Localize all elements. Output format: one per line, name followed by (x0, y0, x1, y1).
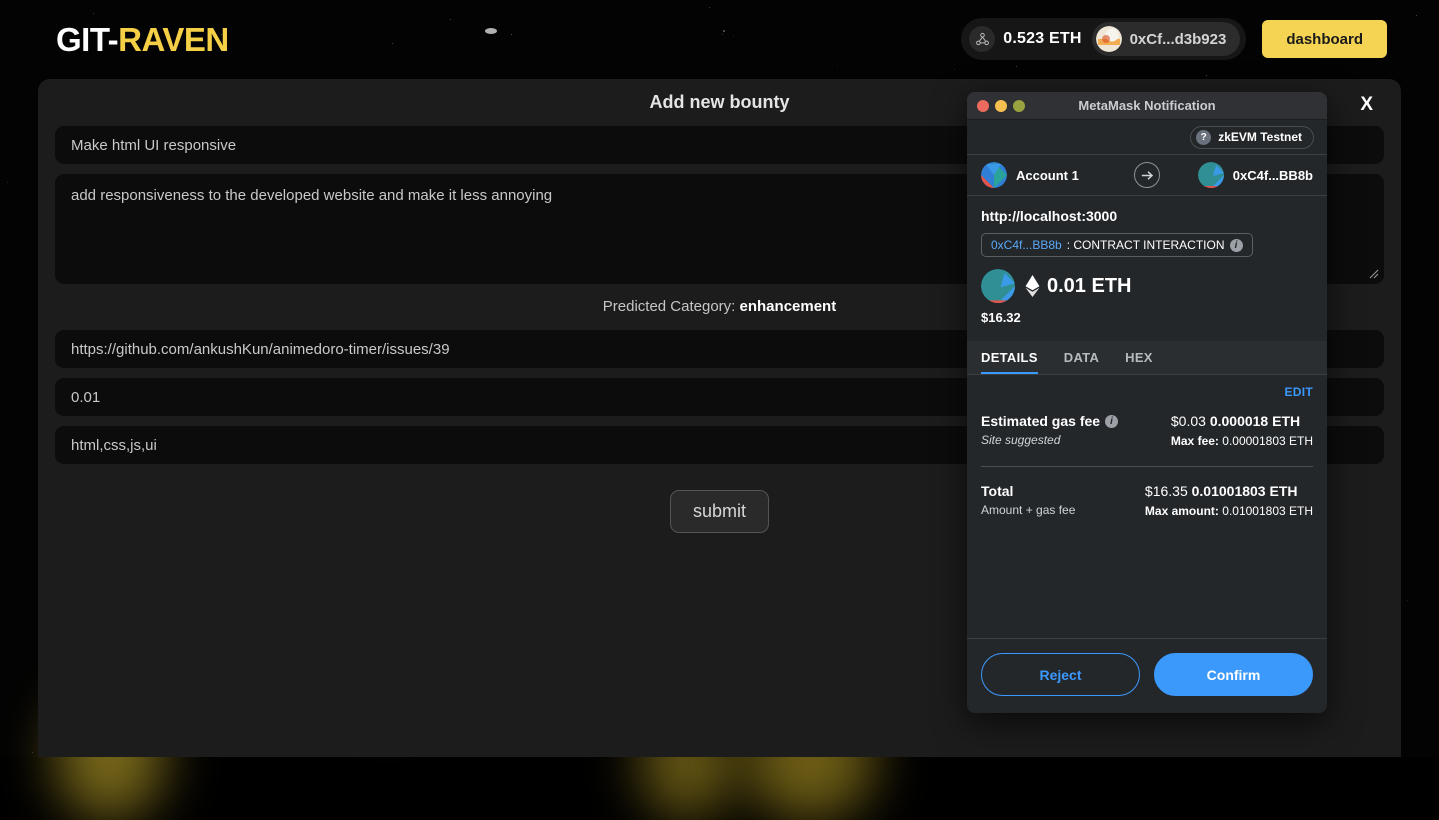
metamask-footer: Reject Confirm (967, 638, 1327, 713)
account-address: 0xCf...d3b923 (1129, 30, 1227, 48)
star (1407, 599, 1409, 601)
total-row: Total Amount + gas fee $16.35 0.01001803… (981, 483, 1313, 518)
total-labels: Total Amount + gas fee (981, 483, 1075, 517)
to-account-name: 0xC4f...BB8b (1232, 167, 1313, 183)
avatar (1197, 162, 1224, 188)
tab-hex[interactable]: HEX (1125, 341, 1153, 374)
total-max-label: Max amount: (1144, 504, 1219, 518)
close-icon[interactable]: X (1352, 92, 1381, 118)
gas-fee-eth: 0.000018 ETH (1209, 413, 1301, 429)
window-zoom-icon[interactable] (1013, 99, 1025, 112)
arrow-right-icon (1134, 162, 1160, 188)
avatar (981, 162, 1007, 188)
total-label: Total (981, 483, 1075, 499)
amount-fiat: $16.32 (981, 310, 1021, 325)
contract-action-label: : CONTRACT INTERACTION (1066, 238, 1225, 252)
tab-data[interactable]: DATA (1064, 341, 1099, 374)
metamask-notification-window: MetaMask Notification ? zkEVM Testnet Ac… (967, 92, 1327, 713)
edit-gas-button[interactable]: EDIT (981, 385, 1313, 399)
total-value: $16.35 0.01001803 ETH (1145, 483, 1313, 499)
logo-accent: RAVEN (118, 20, 229, 58)
gas-fee-fiat: $0.03 (1170, 413, 1206, 429)
avatar (1095, 26, 1122, 52)
wallet-balance: 0.523 ETH (1003, 30, 1082, 47)
star (7, 181, 9, 183)
amount-value: 0.01 ETH (1025, 275, 1131, 298)
total-label-text: Total (981, 483, 1014, 499)
total-max-value: 0.01001803 ETH (1222, 504, 1313, 518)
dashboard-button[interactable]: dashboard (1262, 20, 1387, 58)
star (32, 752, 34, 754)
logo-prefix: GIT- (56, 20, 119, 58)
total-max-amount: Max amount: 0.01001803 ETH (1145, 504, 1313, 518)
account-chip[interactable]: 0xCf...d3b923 (1091, 22, 1241, 56)
transaction-summary: http://localhost:3000 0xC4f...BB8b : CON… (967, 196, 1327, 325)
gas-fee-row: Estimated gas fee i Site suggested $0.03… (981, 413, 1313, 448)
predicted-category-label: Predicted Category: (602, 298, 736, 315)
metamask-tabs: DETAILS DATA HEX (967, 341, 1327, 375)
to-account[interactable]: 0xC4f...BB8b (1170, 162, 1313, 188)
page-title: Add new bounty (649, 92, 790, 112)
from-account-name: Account 1 (1016, 167, 1079, 183)
help-icon: ? (1196, 129, 1212, 145)
app-logo: GIT-RAVEN (56, 23, 229, 56)
total-eth: 0.01001803 ETH (1191, 483, 1298, 499)
info-icon[interactable]: i (1105, 414, 1119, 428)
gas-fee-labels: Estimated gas fee i Site suggested (981, 413, 1119, 447)
reject-button[interactable]: Reject (981, 653, 1140, 696)
network-name: zkEVM Testnet (1218, 130, 1302, 144)
network-row: ? zkEVM Testnet (967, 120, 1327, 154)
gas-fee-label-text: Estimated gas fee (981, 413, 1101, 429)
window-close-icon[interactable] (977, 99, 989, 112)
avatar (981, 269, 1015, 303)
gas-max-fee-value: 0.00001803 ETH (1222, 434, 1313, 448)
contract-address[interactable]: 0xC4f...BB8b (991, 238, 1062, 252)
origin-url: http://localhost:3000 (981, 208, 1118, 224)
gas-fee-values: $0.03 0.000018 ETH Max fee: 0.00001803 E… (1171, 413, 1313, 448)
gas-fee-sublabel: Site suggested (981, 433, 1061, 447)
total-sublabel: Amount + gas fee (981, 503, 1076, 517)
amount-row: 0.01 ETH (981, 269, 1313, 303)
divider (981, 466, 1313, 467)
predicted-category-value: enhancement (739, 298, 837, 315)
app-header: GIT-RAVEN 0.523 ETH 0xCf...d3b923 dashbo… (0, 0, 1439, 78)
gas-fee-label: Estimated gas fee i (981, 413, 1119, 429)
network-selector[interactable]: ? zkEVM Testnet (1190, 125, 1314, 149)
gas-fee-value: $0.03 0.000018 ETH (1171, 413, 1313, 429)
accounts-row: Account 1 0xC4f...BB8b (967, 154, 1327, 196)
window-minimize-icon[interactable] (995, 99, 1007, 112)
confirm-button[interactable]: Confirm (1154, 653, 1313, 696)
network-nodes-icon (969, 26, 996, 52)
contract-interaction-pill: 0xC4f...BB8b : CONTRACT INTERACTION i (981, 233, 1253, 257)
tab-details[interactable]: DETAILS (981, 341, 1038, 374)
from-account[interactable]: Account 1 (981, 162, 1124, 188)
details-panel: EDIT Estimated gas fee i Site suggested … (967, 375, 1327, 638)
wallet-pill[interactable]: 0.523 ETH 0xCf...d3b923 (961, 18, 1247, 60)
submit-button[interactable]: submit (669, 490, 769, 533)
metamask-titlebar[interactable]: MetaMask Notification (967, 92, 1327, 120)
amount-eth: 0.01 ETH (1047, 274, 1132, 297)
total-values: $16.35 0.01001803 ETH Max amount: 0.0100… (1145, 483, 1313, 518)
info-icon[interactable]: i (1229, 238, 1243, 252)
ethereum-icon (1025, 275, 1040, 297)
total-fiat: $16.35 (1144, 483, 1188, 499)
gas-max-fee-label: Max fee: (1170, 434, 1219, 448)
gas-max-fee: Max fee: 0.00001803 ETH (1171, 434, 1313, 448)
header-right-cluster: 0.523 ETH 0xCf...d3b923 dashboard (961, 18, 1387, 60)
